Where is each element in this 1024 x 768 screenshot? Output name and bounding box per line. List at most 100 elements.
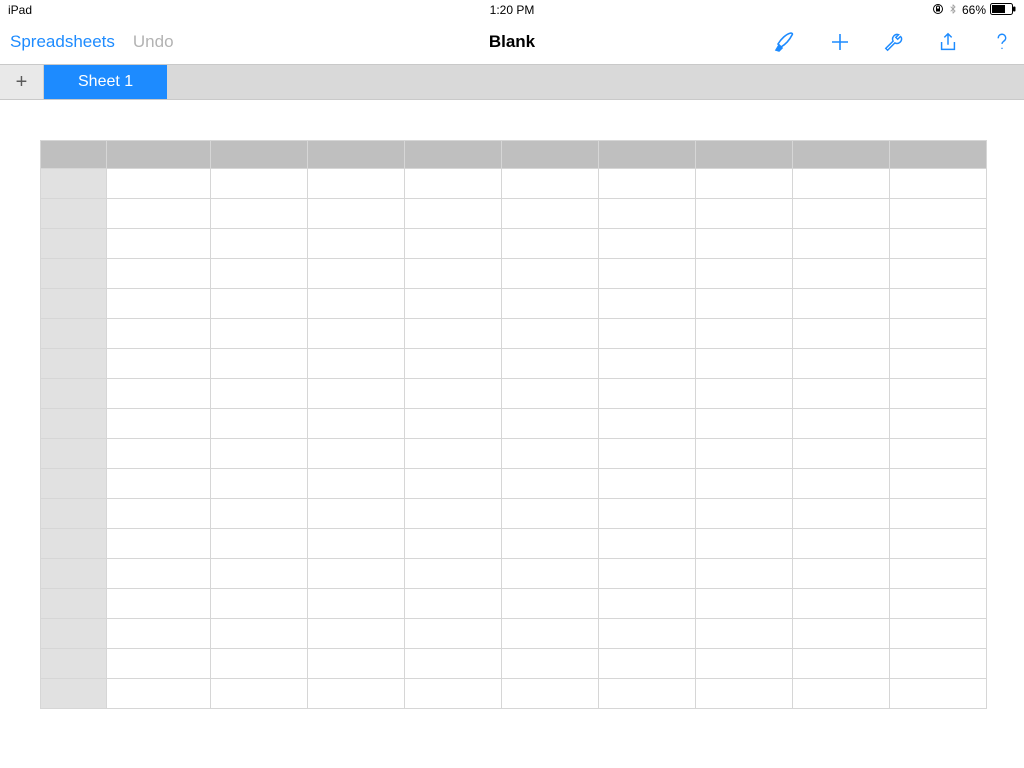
- table-row[interactable]: [41, 619, 987, 649]
- cell[interactable]: [502, 649, 599, 679]
- cell[interactable]: [107, 619, 211, 649]
- cell[interactable]: [599, 559, 696, 589]
- cell[interactable]: [793, 619, 890, 649]
- cell[interactable]: [890, 679, 987, 709]
- column-header[interactable]: [890, 141, 987, 169]
- table-row[interactable]: [41, 439, 987, 469]
- cell[interactable]: [599, 439, 696, 469]
- cell[interactable]: [502, 559, 599, 589]
- cell[interactable]: [793, 529, 890, 559]
- cell[interactable]: [890, 499, 987, 529]
- spreadsheet-grid[interactable]: [40, 140, 987, 709]
- cell[interactable]: [107, 229, 211, 259]
- cell[interactable]: [890, 649, 987, 679]
- row-header[interactable]: [41, 409, 107, 439]
- cell[interactable]: [502, 349, 599, 379]
- cell[interactable]: [502, 589, 599, 619]
- cell[interactable]: [211, 679, 308, 709]
- cell[interactable]: [107, 469, 211, 499]
- row-header[interactable]: [41, 439, 107, 469]
- row-header[interactable]: [41, 229, 107, 259]
- spreadsheet-viewport[interactable]: [0, 100, 1024, 709]
- cell[interactable]: [696, 499, 793, 529]
- cell[interactable]: [599, 379, 696, 409]
- cell[interactable]: [211, 259, 308, 289]
- cell[interactable]: [107, 589, 211, 619]
- column-header[interactable]: [107, 141, 211, 169]
- sheet-tab-active[interactable]: Sheet 1: [44, 65, 167, 99]
- row-header[interactable]: [41, 679, 107, 709]
- cell[interactable]: [211, 409, 308, 439]
- row-header[interactable]: [41, 529, 107, 559]
- cell[interactable]: [405, 439, 502, 469]
- row-header[interactable]: [41, 559, 107, 589]
- cell[interactable]: [599, 679, 696, 709]
- row-header[interactable]: [41, 379, 107, 409]
- cell[interactable]: [890, 169, 987, 199]
- cell[interactable]: [211, 529, 308, 559]
- cell[interactable]: [502, 229, 599, 259]
- cell[interactable]: [211, 349, 308, 379]
- column-header[interactable]: [793, 141, 890, 169]
- table-row[interactable]: [41, 379, 987, 409]
- cell[interactable]: [890, 439, 987, 469]
- cell[interactable]: [107, 439, 211, 469]
- cell[interactable]: [890, 619, 987, 649]
- cell[interactable]: [308, 259, 405, 289]
- cell[interactable]: [696, 559, 793, 589]
- cell[interactable]: [211, 289, 308, 319]
- cell[interactable]: [107, 169, 211, 199]
- table-row[interactable]: [41, 679, 987, 709]
- cell[interactable]: [696, 409, 793, 439]
- table-row[interactable]: [41, 559, 987, 589]
- cell[interactable]: [599, 469, 696, 499]
- cell[interactable]: [502, 529, 599, 559]
- cell[interactable]: [599, 409, 696, 439]
- cell[interactable]: [793, 469, 890, 499]
- cell[interactable]: [308, 289, 405, 319]
- cell[interactable]: [211, 559, 308, 589]
- cell[interactable]: [405, 319, 502, 349]
- table-row[interactable]: [41, 649, 987, 679]
- table-row[interactable]: [41, 529, 987, 559]
- cell[interactable]: [405, 679, 502, 709]
- cell[interactable]: [890, 559, 987, 589]
- column-header[interactable]: [405, 141, 502, 169]
- table-row[interactable]: [41, 229, 987, 259]
- column-header-row[interactable]: [41, 141, 987, 169]
- cell[interactable]: [107, 199, 211, 229]
- cell[interactable]: [599, 289, 696, 319]
- cell[interactable]: [696, 379, 793, 409]
- cell[interactable]: [502, 259, 599, 289]
- cell[interactable]: [793, 169, 890, 199]
- undo-button[interactable]: Undo: [133, 32, 174, 52]
- row-header[interactable]: [41, 259, 107, 289]
- cell[interactable]: [211, 469, 308, 499]
- cell[interactable]: [890, 289, 987, 319]
- cell[interactable]: [696, 529, 793, 559]
- cell[interactable]: [107, 649, 211, 679]
- cell[interactable]: [502, 469, 599, 499]
- cell[interactable]: [502, 619, 599, 649]
- cell[interactable]: [890, 349, 987, 379]
- cell[interactable]: [793, 499, 890, 529]
- help-icon[interactable]: [990, 30, 1014, 54]
- cell[interactable]: [696, 229, 793, 259]
- cell[interactable]: [405, 499, 502, 529]
- cell[interactable]: [502, 379, 599, 409]
- row-header[interactable]: [41, 319, 107, 349]
- cell[interactable]: [696, 319, 793, 349]
- insert-plus-icon[interactable]: [828, 30, 852, 54]
- cell[interactable]: [599, 319, 696, 349]
- cell[interactable]: [793, 349, 890, 379]
- cell[interactable]: [107, 559, 211, 589]
- cell[interactable]: [308, 409, 405, 439]
- row-header[interactable]: [41, 469, 107, 499]
- cell[interactable]: [405, 289, 502, 319]
- cell[interactable]: [405, 349, 502, 379]
- cell[interactable]: [107, 679, 211, 709]
- table-row[interactable]: [41, 199, 987, 229]
- cell[interactable]: [405, 649, 502, 679]
- cell[interactable]: [696, 289, 793, 319]
- column-header[interactable]: [308, 141, 405, 169]
